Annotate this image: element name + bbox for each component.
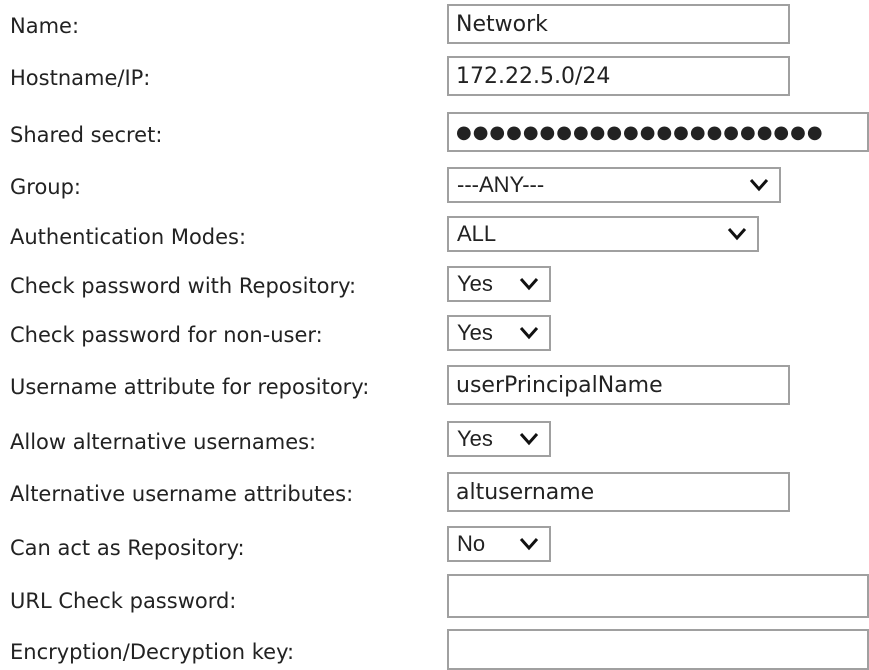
row-url-check: URL Check password: bbox=[0, 572, 869, 626]
alt-attrs-field[interactable] bbox=[447, 472, 790, 512]
check-pw-nonuser-label: Check password for non-user: bbox=[10, 323, 323, 347]
allow-alt-label: Allow alternative usernames: bbox=[10, 430, 317, 454]
row-group: Group: ---ANY--- bbox=[0, 162, 869, 210]
row-auth-modes: Authentication Modes: ALL bbox=[0, 210, 869, 260]
group-select[interactable]: ---ANY--- bbox=[447, 167, 781, 203]
name-field[interactable] bbox=[447, 4, 790, 44]
auth-modes-select[interactable]: ALL bbox=[447, 216, 759, 252]
username-attr-field[interactable] bbox=[447, 365, 790, 405]
group-label: Group: bbox=[10, 175, 82, 199]
row-hostname: Hostname/IP: bbox=[0, 50, 869, 106]
check-pw-repo-select[interactable]: Yes bbox=[447, 266, 551, 302]
url-check-label: URL Check password: bbox=[10, 589, 237, 613]
allow-alt-select-value: Yes bbox=[457, 426, 493, 451]
check-pw-repo-label: Check password with Repository: bbox=[10, 274, 357, 298]
chevron-down-icon bbox=[519, 433, 539, 446]
can-act-repo-select[interactable]: No bbox=[447, 526, 551, 562]
chevron-down-icon bbox=[727, 228, 747, 241]
client-settings-form: Name: Hostname/IP: Shared secret: Group:… bbox=[0, 0, 869, 670]
shared-secret-label: Shared secret: bbox=[10, 123, 163, 147]
row-name: Name: bbox=[0, 0, 869, 50]
chevron-down-icon bbox=[519, 538, 539, 551]
chevron-down-icon bbox=[519, 278, 539, 291]
chevron-down-icon bbox=[749, 179, 769, 192]
can-act-repo-label: Can act as Repository: bbox=[10, 536, 245, 560]
row-check-pw-repo: Check password with Repository: Yes bbox=[0, 260, 869, 310]
enc-key-label: Encryption/Decryption key: bbox=[10, 640, 295, 664]
check-pw-nonuser-select[interactable]: Yes bbox=[447, 315, 551, 351]
hostname-label: Hostname/IP: bbox=[10, 66, 151, 90]
chevron-down-icon bbox=[519, 327, 539, 340]
row-can-act-repo: Can act as Repository: No bbox=[0, 522, 869, 572]
name-label: Name: bbox=[10, 14, 80, 38]
shared-secret-field[interactable] bbox=[447, 112, 869, 152]
row-username-attr: Username attribute for repository: bbox=[0, 360, 869, 416]
check-pw-nonuser-select-value: Yes bbox=[457, 320, 493, 345]
row-shared-secret: Shared secret: bbox=[0, 106, 869, 162]
check-pw-repo-select-value: Yes bbox=[457, 271, 493, 296]
url-check-field[interactable] bbox=[447, 574, 869, 618]
hostname-field[interactable] bbox=[447, 56, 790, 96]
auth-modes-label: Authentication Modes: bbox=[10, 225, 247, 249]
group-select-value: ---ANY--- bbox=[457, 172, 545, 197]
row-enc-key: Encryption/Decryption key: bbox=[0, 626, 869, 670]
username-attr-label: Username attribute for repository: bbox=[10, 375, 370, 399]
row-allow-alt: Allow alternative usernames: Yes bbox=[0, 416, 869, 466]
can-act-repo-select-value: No bbox=[457, 531, 486, 556]
row-alt-attrs: Alternative username attributes: bbox=[0, 466, 869, 522]
allow-alt-select[interactable]: Yes bbox=[447, 421, 551, 457]
enc-key-field[interactable] bbox=[447, 629, 869, 670]
alt-attrs-label: Alternative username attributes: bbox=[10, 482, 354, 506]
row-check-pw-nonuser: Check password for non-user: Yes bbox=[0, 310, 869, 360]
auth-modes-select-value: ALL bbox=[457, 221, 497, 246]
